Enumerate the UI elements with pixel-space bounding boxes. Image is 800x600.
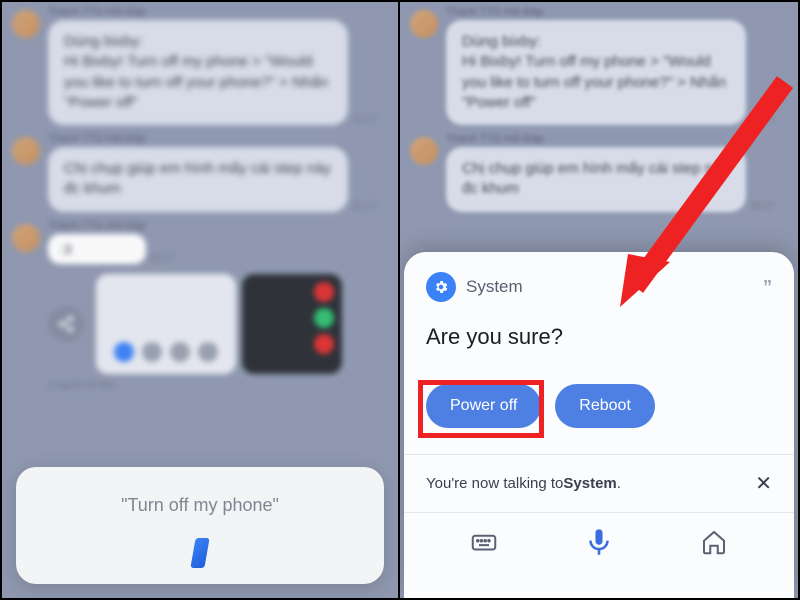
sender-name: Thành TTS Hỏi Đáp xyxy=(446,133,746,145)
bixby-command-text: "Turn off my phone" xyxy=(36,495,364,516)
talking-prefix: You're now talking to xyxy=(426,475,563,492)
timestamp: 15:17 xyxy=(150,253,175,264)
home-icon[interactable] xyxy=(693,521,735,563)
avatar xyxy=(12,137,40,165)
bixby-icon xyxy=(190,538,209,568)
media-thumb[interactable] xyxy=(242,274,342,374)
keyboard-icon[interactable] xyxy=(463,521,505,563)
chat-bubble: Dùng bixby: Hi Bixby! Turn off my phone … xyxy=(446,20,746,125)
timestamp: 15:17 xyxy=(352,201,377,212)
media-attachments xyxy=(2,268,398,380)
avatar xyxy=(410,10,438,38)
close-icon[interactable]: ✕ xyxy=(755,471,772,496)
chat-bubble: Dùng bixby: Hi Bixby! Turn off my phone … xyxy=(48,20,348,125)
chat-bubble: :3 xyxy=(48,234,146,265)
sender-name: Thành TTS Hỏi Đáp xyxy=(446,6,746,18)
read-receipt: 3 người đã đọc xyxy=(2,380,398,391)
right-screenshot: Thành TTS Hỏi Đáp Dùng bixby: Hi Bixby! … xyxy=(400,2,798,598)
talking-target: System xyxy=(563,475,616,492)
power-off-button[interactable]: Power off xyxy=(426,384,541,428)
sender-name: Thành TTS Hỏi Đáp xyxy=(48,6,348,18)
chat-bubble: Chị chụp giúp em hình mấy cái step này đ… xyxy=(48,147,348,212)
reboot-button[interactable]: Reboot xyxy=(555,384,655,428)
avatar xyxy=(12,10,40,38)
share-icon[interactable] xyxy=(48,306,84,342)
microphone-icon[interactable] xyxy=(578,521,620,563)
sender-name: Thành TTS Hỏi Đáp xyxy=(48,220,146,232)
quote-icon[interactable]: ” xyxy=(763,277,772,298)
chat-bubble: Chị chụp giúp em hình mấy cái step này đ… xyxy=(446,147,746,212)
timestamp: 15:17 xyxy=(352,114,377,125)
bixby-system-card: System ” Are you sure? Power off Reboot … xyxy=(404,252,794,598)
system-badge-icon xyxy=(426,272,456,302)
talking-suffix: . xyxy=(617,475,621,492)
confirmation-prompt: Are you sure? xyxy=(426,324,772,350)
avatar xyxy=(12,224,40,252)
timestamp: 15:17 xyxy=(750,114,775,125)
avatar xyxy=(410,137,438,165)
sender-name: Thành TTS Hỏi Đáp xyxy=(48,133,348,145)
talking-status: You're now talking to System . ✕ xyxy=(426,455,772,512)
bixby-listening-panel: "Turn off my phone" xyxy=(16,467,384,584)
timestamp: 15:17 xyxy=(750,201,775,212)
system-title: System xyxy=(466,277,523,297)
media-thumb[interactable] xyxy=(96,274,236,374)
left-screenshot: Thành TTS Hỏi Đáp Dùng bixby: Hi Bixby! … xyxy=(2,2,400,598)
